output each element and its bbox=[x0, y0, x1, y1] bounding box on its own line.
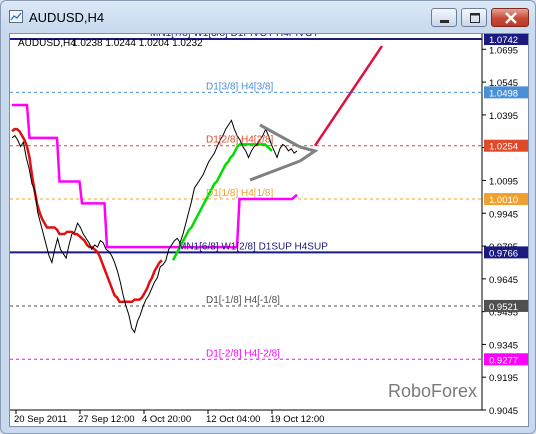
chart-ohlc: 1.0238 1.0244 1.0204 1.0232 bbox=[72, 38, 203, 49]
y-tick-label: 0.9945 bbox=[489, 209, 518, 220]
x-tick-label: 27 Sep 12:00 bbox=[78, 414, 135, 425]
price-badge-label: 1.0742 bbox=[489, 35, 518, 46]
price-level-label: D1[-2/8] H4[-2/8] bbox=[206, 348, 280, 359]
y-tick-label: 0.9045 bbox=[489, 406, 518, 417]
minimize-button[interactable] bbox=[431, 8, 457, 27]
y-tick-label: 0.9195 bbox=[489, 373, 518, 384]
window-title: AUDUSD,H4 bbox=[29, 10, 105, 25]
y-tick-label: 1.0095 bbox=[489, 176, 518, 187]
x-tick-label: 20 Sep 2011 bbox=[14, 414, 67, 425]
y-tick-label: 1.0695 bbox=[489, 45, 518, 56]
price-badge-label: 1.0254 bbox=[489, 142, 518, 153]
price-level-label: D1[3/8] H4[3/8] bbox=[206, 81, 273, 92]
price-level-label: MN1[6/8] W1[2/8] D1SUP H4SUP bbox=[178, 241, 328, 252]
price-badge-label: 1.0010 bbox=[489, 195, 518, 206]
maximize-icon bbox=[470, 13, 480, 23]
price-badge-label: 0.9521 bbox=[489, 302, 518, 313]
watermark: RoboForex bbox=[388, 381, 477, 401]
price-badge-label: 1.0498 bbox=[489, 88, 518, 99]
maximize-button[interactable] bbox=[461, 8, 487, 27]
x-tick-label: 4 Oct 20:00 bbox=[142, 414, 191, 425]
chart-window: AUDUSD,H4 MN1[7/8] W1[3/8] D1PIVOT H4PIV… bbox=[0, 0, 536, 434]
y-tick-label: 1.0395 bbox=[489, 111, 518, 122]
price-level-label: D1[1/8] H4[1/8] bbox=[206, 188, 273, 199]
price-badge-label: 0.9766 bbox=[489, 248, 518, 259]
title-bar[interactable]: AUDUSD,H4 bbox=[1, 1, 535, 33]
x-tick-label: 12 Oct 04:00 bbox=[206, 414, 260, 425]
price-badge-label: 0.9277 bbox=[489, 355, 518, 366]
chart-symbol: AUDUSD,H4 bbox=[18, 38, 76, 49]
y-tick-label: 0.9345 bbox=[489, 340, 518, 351]
chart-window-icon bbox=[9, 10, 23, 23]
chart-area[interactable]: MN1[7/8] W1[3/8] D1PIVOT H4PIVOTD1[3/8] … bbox=[9, 28, 529, 427]
close-icon bbox=[505, 12, 517, 24]
price-level-label: D1[-1/8] H4[-1/8] bbox=[206, 295, 280, 306]
minimize-icon bbox=[440, 20, 449, 23]
x-tick-label: 19 Oct 12:00 bbox=[270, 414, 324, 425]
close-button[interactable] bbox=[491, 8, 529, 27]
price-chart[interactable]: MN1[7/8] W1[3/8] D1PIVOT H4PIVOTD1[3/8] … bbox=[10, 28, 528, 426]
price-level-label: D1[2/8] H4[2/8] bbox=[206, 135, 273, 146]
y-tick-label: 0.9645 bbox=[489, 275, 518, 286]
